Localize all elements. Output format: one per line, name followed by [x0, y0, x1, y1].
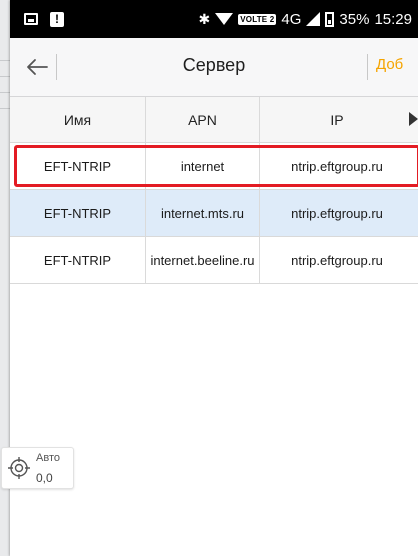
bluetooth-icon: ✱: [198, 10, 211, 27]
cell-name: EFT-NTRIP: [10, 143, 146, 189]
column-header-name[interactable]: Имя: [10, 97, 146, 142]
wifi-icon: [215, 13, 234, 25]
cell-apn: internet: [146, 143, 260, 189]
table-row[interactable]: EFT-NTRIP internet ntrip.eftgroup.ru: [10, 143, 418, 190]
cell-ip: ntrip.eftgroup.ru: [291, 158, 383, 174]
battery-icon: [325, 11, 335, 27]
column-header-apn[interactable]: APN: [146, 97, 260, 142]
network-type: 4G: [281, 10, 302, 28]
server-table: Имя APN IP EFT-NTRIP internet ntrip.eftg…: [10, 97, 418, 284]
auto-value: 0,0: [36, 471, 53, 485]
clock: 15:29: [374, 10, 412, 28]
auto-label: Авто: [36, 452, 60, 464]
cell-ip: ntrip.eftgroup.ru: [291, 252, 383, 268]
cell-ip: ntrip.eftgroup.ru: [291, 205, 383, 221]
cell-apn: internet.mts.ru: [146, 190, 260, 236]
table-row[interactable]: EFT-NTRIP internet.beeline.ru ntrip.eftg…: [10, 237, 418, 284]
battery-percent: 35%: [339, 10, 370, 28]
image-notification-icon: [24, 13, 38, 25]
table-header: Имя APN IP: [10, 97, 418, 143]
scroll-right-arrow-icon[interactable]: [409, 112, 418, 126]
volte-badge: VOLTE 2: [238, 13, 277, 25]
column-header-ip[interactable]: IP: [260, 97, 418, 142]
divider: [367, 54, 368, 80]
auto-position-button[interactable]: Авто 0,0: [1, 447, 74, 489]
alert-notification-icon: !: [50, 11, 64, 27]
table-row[interactable]: EFT-NTRIP internet.mts.ru ntrip.eftgroup…: [10, 190, 418, 237]
cell-name: EFT-NTRIP: [10, 237, 146, 283]
cell-apn: internet.beeline.ru: [146, 237, 260, 283]
status-bar: ! ✱ VOLTE 2 4G 35% 15:29: [10, 0, 418, 38]
add-button[interactable]: Доб: [376, 56, 403, 73]
app-bar: Сервер Доб: [10, 38, 418, 97]
crosshair-icon: [8, 457, 30, 479]
page-title: Сервер: [182, 55, 246, 75]
signal-icon: [306, 12, 321, 26]
cell-name: EFT-NTRIP: [10, 190, 146, 236]
